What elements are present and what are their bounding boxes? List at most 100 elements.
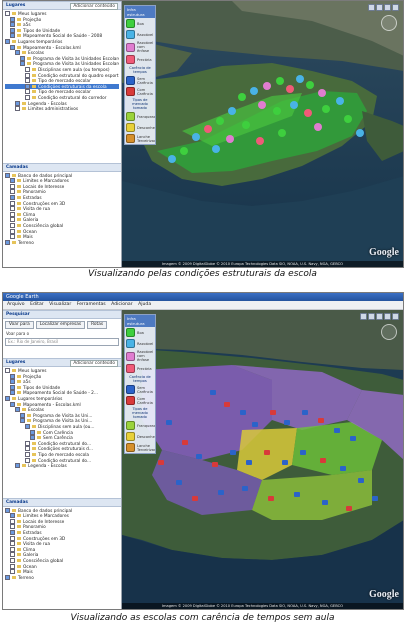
navigation-control[interactable]: [381, 324, 397, 340]
school-marker[interactable]: [290, 101, 298, 109]
checkbox[interactable]: [5, 38, 10, 44]
school-marker[interactable]: [346, 506, 352, 511]
checkbox[interactable]: [10, 195, 15, 201]
school-marker[interactable]: [276, 77, 284, 85]
checkbox[interactable]: [10, 234, 15, 240]
checkbox[interactable]: [10, 379, 15, 385]
checkbox[interactable]: [5, 11, 10, 16]
school-marker[interactable]: [176, 480, 182, 485]
checkbox[interactable]: [10, 384, 15, 390]
checkbox[interactable]: [25, 66, 30, 72]
checkbox[interactable]: [15, 463, 20, 469]
school-marker[interactable]: [204, 125, 212, 133]
checkbox[interactable]: [10, 223, 15, 229]
checkbox[interactable]: [10, 22, 15, 28]
toolbar-button[interactable]: [360, 313, 367, 320]
school-marker[interactable]: [336, 97, 344, 105]
tree-item[interactable]: Terreno: [5, 239, 119, 245]
school-marker[interactable]: [320, 458, 326, 463]
toolbar-button[interactable]: [368, 313, 375, 320]
checkbox[interactable]: [5, 507, 10, 513]
tab-voar-para[interactable]: Voar para: [5, 321, 34, 329]
school-marker[interactable]: [273, 107, 281, 115]
checkbox[interactable]: [15, 100, 20, 106]
tree-item[interactable]: Terreno: [5, 574, 119, 580]
toolbar-button[interactable]: [368, 4, 375, 11]
checkbox[interactable]: [15, 407, 20, 413]
checkbox[interactable]: [20, 61, 25, 67]
checkbox[interactable]: [10, 513, 15, 519]
checkbox[interactable]: [25, 78, 30, 84]
toolbar-button[interactable]: [376, 4, 383, 11]
checkbox[interactable]: [10, 27, 15, 33]
checkbox[interactable]: [25, 457, 30, 463]
pesquisar-panel-header[interactable]: Pesquisar: [3, 310, 121, 319]
school-marker[interactable]: [263, 82, 271, 90]
checkbox[interactable]: [10, 524, 15, 530]
school-marker[interactable]: [230, 450, 236, 455]
checkbox[interactable]: [10, 189, 15, 195]
school-marker[interactable]: [242, 486, 248, 491]
toolbar-button[interactable]: [384, 4, 391, 11]
toolbar-button[interactable]: [392, 4, 399, 11]
school-marker[interactable]: [252, 422, 258, 427]
school-marker[interactable]: [250, 87, 258, 95]
checkbox[interactable]: [10, 44, 15, 50]
add-content-button[interactable]: Adicionar conteúdo: [70, 2, 118, 10]
checkbox[interactable]: [25, 94, 30, 100]
menu-adicionar[interactable]: Adicionar: [111, 301, 132, 309]
checkbox[interactable]: [10, 16, 15, 22]
school-marker[interactable]: [282, 460, 288, 465]
lugares-panel-header[interactable]: Lugares Adicionar conteúdo: [3, 1, 121, 10]
checkbox[interactable]: [25, 446, 30, 452]
toolbar-button[interactable]: [384, 313, 391, 320]
camadas-panel-header[interactable]: Camadas: [3, 162, 121, 172]
camadas-panel-header[interactable]: Camadas: [3, 497, 121, 507]
school-marker[interactable]: [278, 129, 286, 137]
school-marker[interactable]: [322, 500, 328, 505]
checkbox[interactable]: [10, 563, 15, 569]
school-marker[interactable]: [302, 410, 308, 415]
school-marker[interactable]: [158, 460, 164, 465]
menu-editar[interactable]: Editar: [30, 301, 44, 309]
checkbox[interactable]: [10, 558, 15, 564]
checkbox[interactable]: [10, 206, 15, 212]
checkbox[interactable]: [30, 435, 35, 441]
school-marker[interactable]: [344, 115, 352, 123]
checkbox[interactable]: [20, 418, 25, 424]
map-view[interactable]: Infra estrutura Boa Razoável Razoável com ê…: [122, 310, 403, 609]
satellite-map[interactable]: [122, 1, 403, 267]
school-marker[interactable]: [286, 85, 294, 93]
checkbox[interactable]: [10, 541, 15, 547]
tree-item[interactable]: Limites administrativos: [5, 106, 119, 112]
lugares-panel-header[interactable]: Lugares Adicionar conteúdo: [3, 358, 121, 367]
school-marker[interactable]: [258, 101, 266, 109]
tab-localizar-empresas[interactable]: Localizar empresas: [35, 321, 86, 329]
checkbox[interactable]: [25, 440, 30, 446]
checkbox[interactable]: [10, 401, 15, 407]
checkbox[interactable]: [10, 569, 15, 575]
school-marker[interactable]: [238, 93, 246, 101]
school-marker[interactable]: [224, 402, 230, 407]
menu-ajuda[interactable]: Ajuda: [138, 301, 151, 309]
school-marker[interactable]: [270, 410, 276, 415]
school-marker[interactable]: [300, 450, 306, 455]
checkbox[interactable]: [5, 172, 10, 178]
checkbox[interactable]: [10, 390, 15, 396]
checkbox[interactable]: [15, 106, 20, 112]
school-marker[interactable]: [240, 410, 246, 415]
menu-visualizar[interactable]: Visualizar: [49, 301, 71, 309]
school-marker[interactable]: [350, 436, 356, 441]
checkbox[interactable]: [5, 574, 10, 580]
checkbox[interactable]: [10, 178, 15, 184]
tree-item[interactable]: Legenda - Escolas: [5, 463, 119, 469]
map-view[interactable]: Infra estrutura Boa Razoável Razoável com ê…: [122, 1, 403, 267]
school-marker[interactable]: [212, 145, 220, 153]
checkbox[interactable]: [10, 552, 15, 558]
checkbox[interactable]: [20, 412, 25, 418]
school-marker[interactable]: [268, 496, 274, 501]
school-marker[interactable]: [218, 490, 224, 495]
school-marker[interactable]: [296, 75, 304, 83]
checkbox[interactable]: [20, 55, 25, 61]
school-marker[interactable]: [294, 492, 300, 497]
